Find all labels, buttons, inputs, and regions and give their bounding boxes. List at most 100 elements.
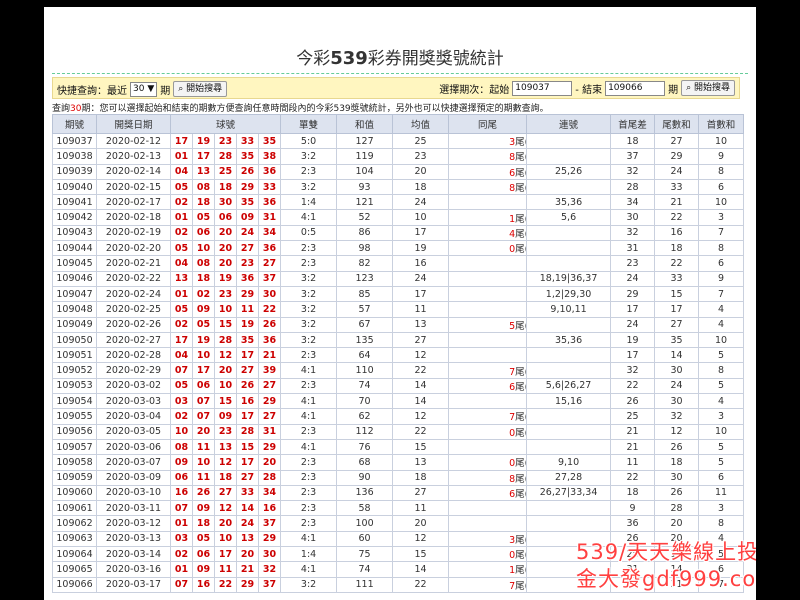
tail-sum-cell: 18 [654, 240, 700, 257]
odd-even-cell: 3:2 [280, 285, 338, 303]
span-cell: 19 [610, 331, 656, 349]
odd-even-cell: 4:1 [280, 561, 338, 578]
average-cell: 22 [392, 362, 450, 379]
range-search-button[interactable]: ⌕ 開始搜尋 [681, 80, 735, 96]
sum-cell: 112 [336, 423, 394, 440]
ball-number: 24 [236, 224, 259, 242]
odd-even-cell: 2:3 [280, 484, 338, 502]
period-cell: 109046 [52, 270, 97, 287]
head-sum-cell: 5 [698, 438, 745, 456]
ball-number: 29 [236, 576, 259, 593]
col-header: 同尾 [448, 114, 528, 134]
ball-number: 11 [192, 469, 215, 486]
tail-sum-cell: 26 [654, 438, 700, 456]
span-cell: 24 [610, 316, 656, 333]
same-tail-cell: 5尾(2) [448, 316, 528, 333]
ball-number: 27 [236, 240, 259, 257]
ball-number: 09 [192, 500, 215, 517]
ball-number: 17 [192, 362, 215, 379]
consecutive-cell: 5,6 [526, 209, 612, 226]
ball-number: 13 [170, 270, 193, 287]
ball-number: 08 [192, 255, 215, 272]
tail-count: 尾(2) [515, 381, 525, 393]
tail-count: 尾(2) [515, 488, 525, 500]
ball-number: 03 [170, 530, 193, 548]
span-cell: 34 [610, 194, 656, 211]
ball-number: 28 [214, 331, 237, 349]
sum-cell: 93 [336, 178, 394, 196]
start-period-input[interactable]: 109037 [512, 80, 573, 96]
ball-number: 26 [257, 316, 282, 333]
ball-number: 20 [214, 515, 237, 532]
period-cell: 109063 [52, 530, 97, 548]
ball-number: 33 [236, 132, 259, 150]
ball-number: 05 [192, 209, 215, 226]
sum-cell: 82 [336, 255, 394, 272]
span-cell: 36 [610, 515, 656, 532]
odd-even-cell: 4:1 [280, 362, 338, 379]
consecutive-cell [526, 316, 612, 333]
ball-number: 16 [236, 393, 259, 410]
ball-number: 18 [214, 178, 237, 196]
average-cell: 22 [392, 423, 450, 440]
period-cell: 109054 [52, 393, 97, 410]
ball-number: 26 [236, 163, 259, 180]
results-table: 期號 開獎日期 球號 單雙 和值 均值 同尾 連號 首尾差 尾數和 首數和 10… [52, 114, 745, 593]
table-row: 109047 2020-02-24 01 02 23 29 30 3:2 85 17 1,2|29,… [52, 285, 745, 303]
same-tail-cell [448, 331, 528, 349]
date-cell: 2020-02-14 [96, 163, 171, 180]
ball-number: 36 [257, 163, 282, 180]
odd-even-cell: 0:5 [280, 224, 338, 242]
tail-count: 尾(2) [515, 152, 525, 164]
period-cell: 109037 [52, 132, 97, 150]
tail-sum-cell: 21 [654, 194, 700, 211]
page: 今彩539彩券開獎獎號統計 快捷查詢：最近 30 ▼ 期 ⌕ 開始搜尋 選擇期次… [44, 7, 756, 600]
ball-number: 10 [192, 454, 215, 471]
sum-cell: 119 [336, 148, 394, 165]
ball-number: 24 [236, 515, 259, 532]
ball-number: 34 [257, 224, 282, 242]
ball-number: 13 [236, 530, 259, 548]
tail-sum-cell: 30 [654, 393, 700, 410]
sum-cell: 104 [336, 163, 394, 180]
table-row: 1090492020-02-2602051519263:267135尾(2) 24… [52, 316, 745, 333]
ball-number: 04 [170, 347, 193, 364]
odd-even-cell: 2:3 [280, 240, 338, 257]
consecutive-cell [526, 423, 612, 440]
odd-even-cell: 2:3 [280, 347, 338, 364]
consecutive-cell: 9,10,11 [526, 301, 612, 318]
head-sum-cell: 4 [698, 301, 745, 318]
sum-cell: 86 [336, 224, 394, 242]
average-cell: 27 [392, 484, 450, 502]
same-tail-cell [448, 393, 528, 410]
ball-number: 21 [257, 347, 282, 364]
same-tail-cell: 8尾(2) [448, 178, 528, 196]
ball-number: 07 [170, 576, 193, 593]
col-header: 開獎日期 [96, 114, 171, 134]
table-row: 1090402020-02-1505081829333:293188尾(2)28… [52, 178, 745, 196]
same-tail-cell [448, 285, 528, 303]
table-row: 1090442020-02-2005102027362:398190尾(2) 31… [52, 240, 745, 257]
period-cell: 109038 [52, 148, 97, 165]
table-row: 109062 2020-03-12 01 18 20 24 37 2:3 100 20 36 20 8 [52, 515, 745, 532]
tail-sum-cell: 32 [654, 408, 700, 425]
average-cell: 14 [392, 393, 450, 410]
date-cell: 2020-02-27 [96, 331, 171, 349]
same-tail-cell: 0尾(2) [448, 423, 528, 440]
date-cell: 2020-02-24 [96, 285, 171, 303]
end-period-input[interactable]: 109066 [605, 80, 666, 96]
table-row: 1090372020-02-1217192333355:0127253尾(2) 1… [52, 132, 745, 150]
same-tail-cell [448, 301, 528, 318]
quick-search-button[interactable]: ⌕ 開始搜尋 [173, 81, 228, 97]
sum-cell: 62 [336, 408, 394, 425]
average-cell: 22 [392, 576, 450, 593]
tail-count: 尾(2) [515, 534, 525, 546]
ball-number: 15 [214, 316, 237, 333]
head-sum-cell: 10 [698, 194, 745, 211]
recent-period-select[interactable]: 30 ▼ [130, 81, 158, 97]
date-cell: 2020-03-13 [96, 530, 171, 548]
sum-cell: 110 [336, 362, 394, 379]
period-cell: 109056 [52, 423, 97, 440]
consecutive-cell [526, 132, 612, 150]
ball-number: 28 [214, 148, 237, 165]
